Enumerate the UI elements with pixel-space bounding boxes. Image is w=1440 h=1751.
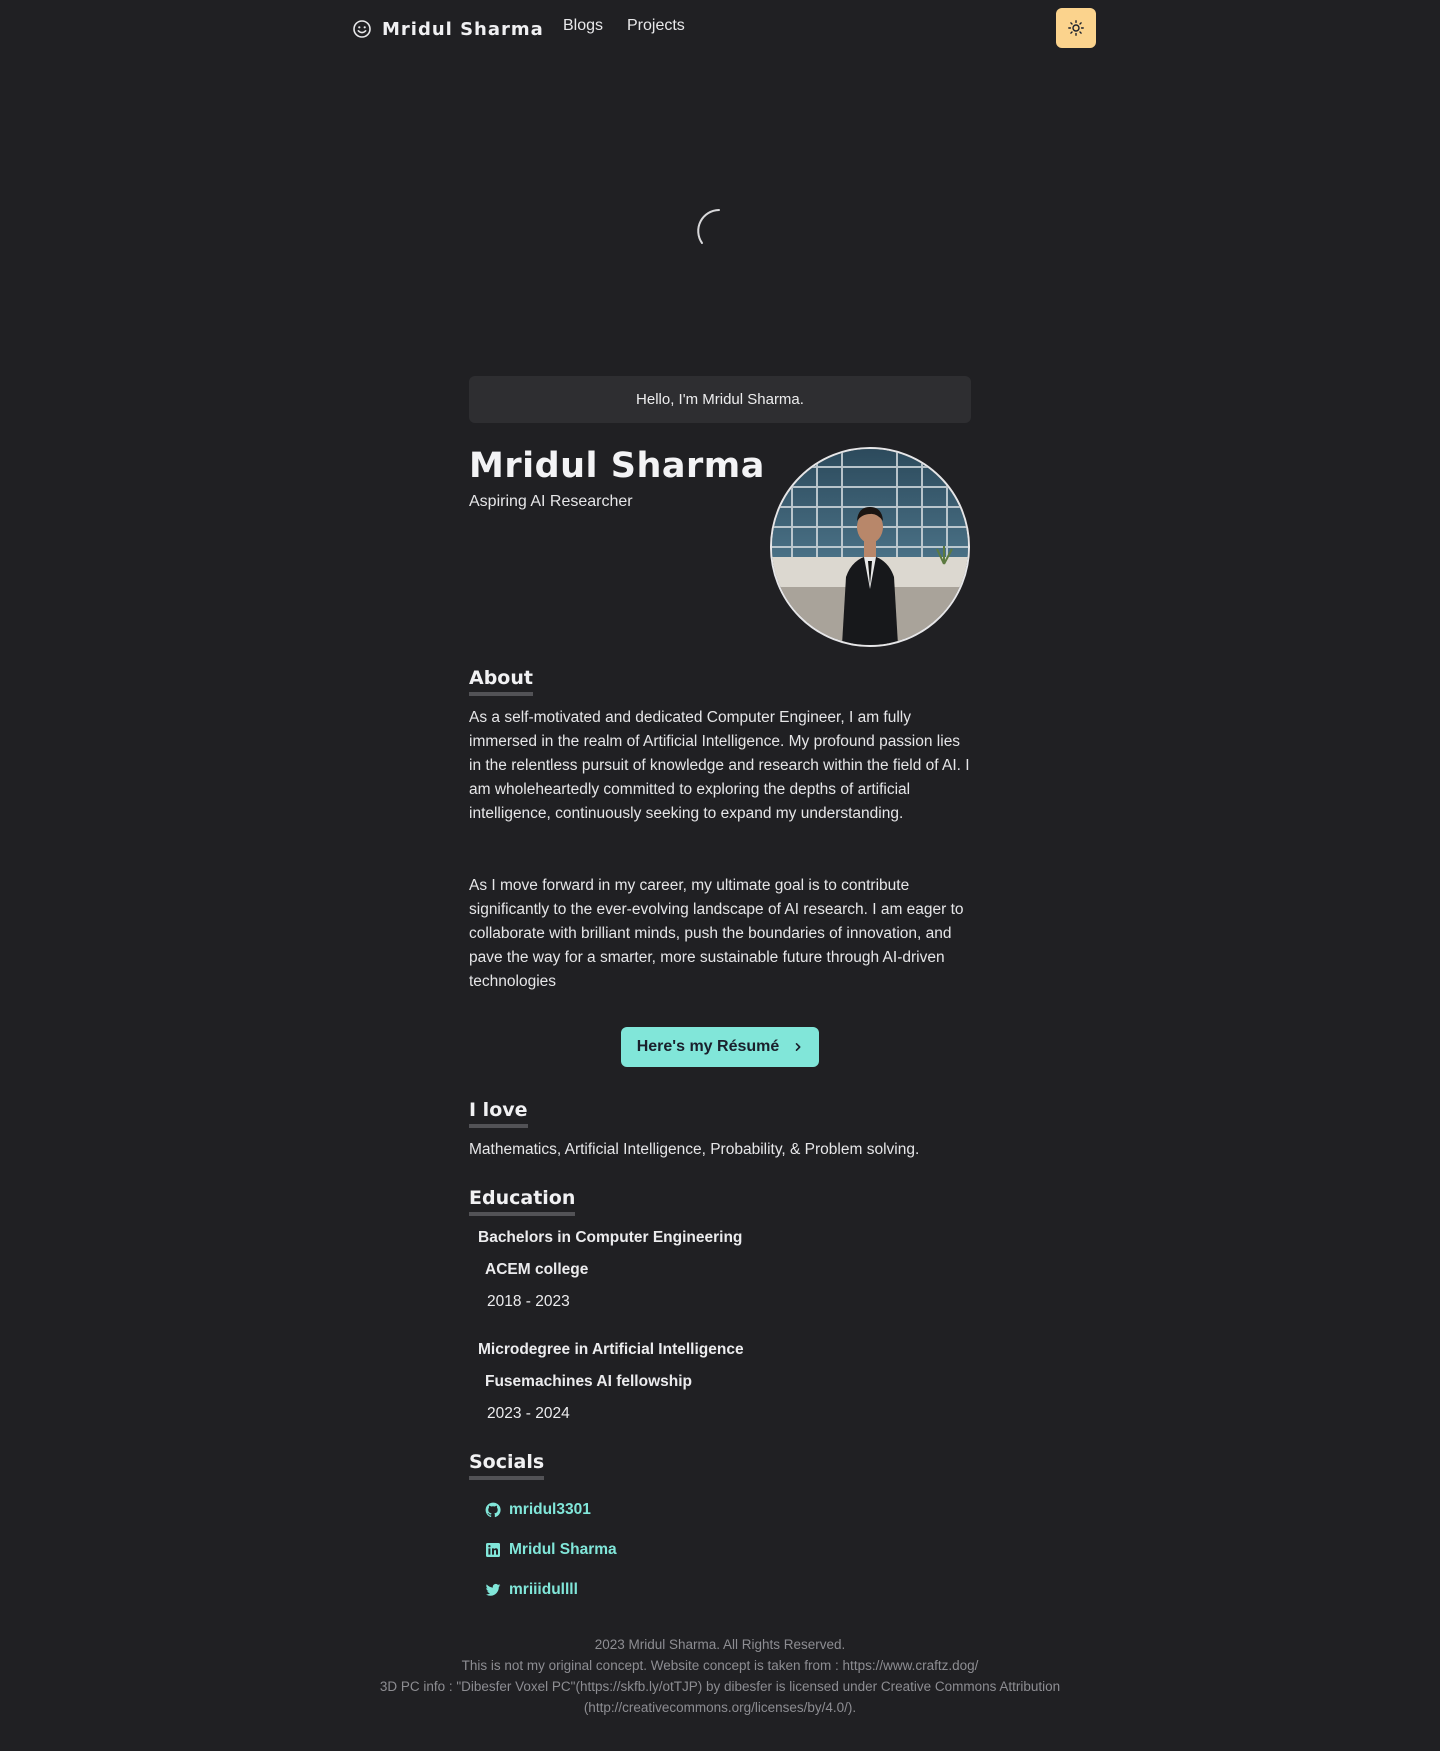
nav-link-projects[interactable]: Projects — [627, 17, 685, 35]
twitter-icon — [485, 1583, 501, 1596]
about-paragraph-1: As a self-motivated and dedicated Comput… — [469, 709, 970, 822]
linkedin-icon — [486, 1543, 500, 1557]
footer-license: (http://creativecommons.org/licenses/by/… — [583, 1700, 857, 1715]
brand-logo-link[interactable]: Mridul Sharma — [352, 14, 544, 44]
navbar: Mridul Sharma Blogs Projects — [0, 0, 1440, 56]
smiley-icon — [353, 20, 371, 38]
social-link-github[interactable]: mridul3301 — [485, 1501, 591, 1519]
education-degree: Microdegree in Artificial Intelligence — [478, 1341, 744, 1358]
footer-credit-concept: This is not my original concept. Website… — [461, 1658, 979, 1673]
profile-photo — [772, 449, 968, 645]
about-heading: About — [469, 667, 533, 696]
love-heading: I love — [469, 1099, 528, 1128]
theme-toggle-button[interactable] — [1056, 8, 1096, 48]
nav-link-blogs[interactable]: Blogs — [563, 17, 603, 35]
footer: 2023 Mridul Sharma. All Rights Reserved.… — [300, 1634, 1140, 1718]
profile-role: Aspiring AI Researcher — [469, 493, 633, 510]
education-heading: Education — [469, 1187, 576, 1216]
sun-icon — [1068, 20, 1084, 36]
github-icon — [485, 1502, 501, 1518]
education-years: 2023 - 2024 — [487, 1405, 570, 1422]
greeting-text: Hello, I'm Mridul Sharma. — [636, 391, 804, 408]
greeting-banner: Hello, I'm Mridul Sharma. — [469, 376, 971, 423]
footer-copyright: 2023 Mridul Sharma. All Rights Reserved. — [594, 1637, 846, 1652]
education-school: ACEM college — [485, 1261, 589, 1278]
social-label: mriiidullll — [509, 1581, 578, 1598]
social-link-linkedin[interactable]: Mridul Sharma — [485, 1541, 617, 1559]
brand-name: Mridul Sharma — [382, 18, 544, 40]
profile-avatar — [770, 447, 970, 647]
social-link-twitter[interactable]: mriiidullll — [485, 1581, 578, 1599]
about-paragraph-2: As I move forward in my career, my ultim… — [469, 877, 964, 990]
loading-spinner-icon — [697, 209, 720, 244]
education-school: Fusemachines AI fellowship — [485, 1373, 693, 1390]
education-years: 2018 - 2023 — [487, 1293, 570, 1310]
social-label: mridul3301 — [509, 1501, 591, 1518]
chevron-right-icon — [795, 1043, 801, 1051]
footer-credit-3d-model: 3D PC info : "Dibesfer Voxel PC"(https:/… — [379, 1679, 1061, 1694]
resume-button-label: Here's my Résumé — [636, 1038, 780, 1055]
social-label: Mridul Sharma — [509, 1541, 617, 1558]
education-degree: Bachelors in Computer Engineering — [478, 1229, 743, 1246]
love-text: Mathematics, Artificial Intelligence, Pr… — [469, 1141, 920, 1158]
profile-name: Mridul Sharma — [469, 446, 765, 486]
socials-heading: Socials — [469, 1451, 545, 1480]
resume-button[interactable]: Here's my Résumé — [621, 1027, 819, 1067]
